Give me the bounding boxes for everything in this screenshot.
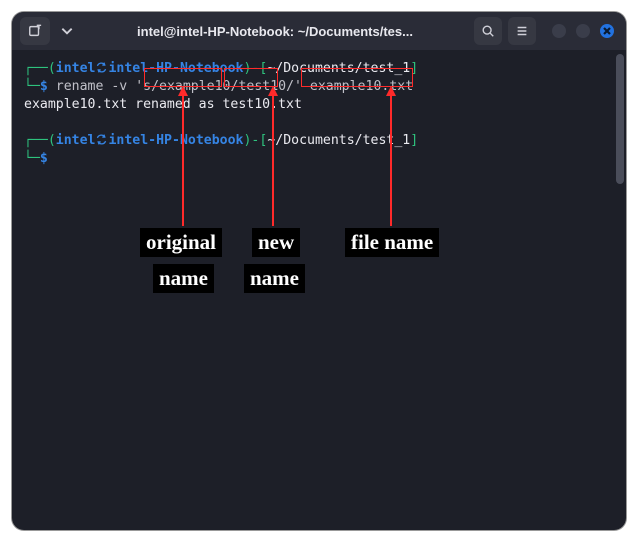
command-line: └─$ rename -v 's/example10/test10/' exam…: [24, 78, 618, 96]
window-title: intel@intel-HP-Notebook: ~/Documents/tes…: [84, 24, 466, 39]
arg-original-name: example10: [159, 79, 230, 94]
annotation-label-original: original: [140, 228, 222, 257]
titlebar: intel@intel-HP-Notebook: ~/Documents/tes…: [12, 12, 626, 50]
menu-button[interactable]: [508, 17, 536, 45]
maximize-button[interactable]: [576, 24, 590, 38]
terminal-body[interactable]: ┌──(intelintel-HP-Notebook)-[~/Documents…: [12, 50, 626, 530]
search-icon: [481, 24, 495, 38]
prompt-line: ┌──(intelintel-HP-Notebook)-[~/Documents…: [24, 132, 618, 150]
arg-new-name: test10: [238, 79, 286, 94]
new-tab-icon: [28, 24, 42, 38]
search-button[interactable]: [474, 17, 502, 45]
arg-file-name: example10.txt: [310, 79, 413, 94]
prompt-corner: ┌──: [24, 61, 48, 76]
prompt-dollar: $: [40, 79, 48, 94]
prompt-host: intel-HP-Notebook: [108, 61, 243, 76]
prompt-user: intel: [56, 61, 96, 76]
new-tab-button[interactable]: [20, 17, 50, 45]
prompt-line: ┌──(intelintel-HP-Notebook)-[~/Documents…: [24, 60, 618, 78]
chevron-down-icon: [60, 24, 74, 38]
annotation-label-file: file name: [345, 228, 439, 257]
close-button[interactable]: [600, 24, 614, 38]
annotation-label-new: new: [252, 228, 300, 257]
minimize-button[interactable]: [552, 24, 566, 38]
prompt-line-empty: └─$: [24, 150, 618, 168]
annotation-label-original2: name: [153, 264, 214, 293]
prompt-path: ~/Documents/test_1: [267, 61, 410, 76]
scrollbar-thumb[interactable]: [616, 54, 624, 184]
hamburger-icon: [515, 24, 529, 38]
new-tab-dropdown[interactable]: [58, 17, 76, 45]
terminal-window: intel@intel-HP-Notebook: ~/Documents/tes…: [12, 12, 626, 530]
window-controls: [552, 24, 614, 38]
output-line: example10.txt renamed as test10.txt: [24, 96, 618, 114]
annotation-label-new2: name: [244, 264, 305, 293]
recycle-icon: [95, 61, 108, 74]
recycle-icon: [95, 133, 108, 146]
close-icon: [603, 27, 611, 35]
command-rename: rename -v: [48, 79, 135, 94]
